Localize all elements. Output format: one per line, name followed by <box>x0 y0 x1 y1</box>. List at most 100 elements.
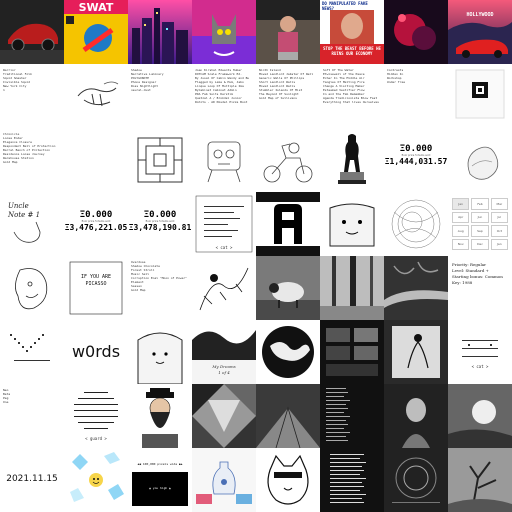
tile-shadow-photo[interactable] <box>448 384 512 448</box>
tile-ascii-art[interactable] <box>0 320 64 384</box>
tile-date-card[interactable]: 2021.11.15 <box>0 448 64 512</box>
hollywood-caption: HOLLYWOOD <box>466 12 494 18</box>
tile-robot-sketch[interactable] <box>192 128 256 192</box>
tile-text-list-d[interactable]: Ninth Island Moved Landlord Jabstar Of W… <box>256 64 320 128</box>
tile-circular-art[interactable] <box>384 448 448 512</box>
tile-comic-cover[interactable]: SWAT <box>64 0 128 64</box>
cta-bottom: ▲ you high ▲ <box>149 486 171 490</box>
news-banner: STOP THE BEAST BEFORE HE RUINS OUR ECONO… <box>323 46 381 56</box>
tile-text-list-h[interactable]: Chronicle Loose Ender Elegance Closure R… <box>0 128 64 192</box>
tile-face-sketch[interactable] <box>0 256 64 320</box>
tile-ascii-maze[interactable] <box>128 128 192 192</box>
calendar-cell: Mar <box>490 198 508 210</box>
tile-crystal-card[interactable] <box>64 448 128 512</box>
tile-code-card[interactable]: Overdose Shadow Chocolate Forest Stroll … <box>128 256 192 320</box>
text-list-f: Contrasts Hidden In Workshop Under Tree <box>387 68 406 84</box>
nft-gallery-grid: SWAT DO MANIPULATED FAKE NEWS? STOP THE … <box>0 0 512 512</box>
tile-text-stack[interactable] <box>320 448 384 512</box>
tiny-text: Neo Beta Peg One <box>3 388 11 404</box>
text-list-e: Soft Of The Water Etwisewall of the Peac… <box>323 68 379 104</box>
tile-forest-photo[interactable] <box>320 256 384 320</box>
price-a-eth: Ξ0.000 <box>399 144 433 154</box>
tile-column-text[interactable] <box>320 384 384 448</box>
calendar-cell: Jun <box>471 211 489 223</box>
tile-figure-statue[interactable] <box>320 128 384 192</box>
tile-dancer-drawing[interactable] <box>384 320 448 384</box>
tile-cartoon-animal[interactable] <box>256 448 320 512</box>
tile-car-hollywood[interactable]: HOLLYWOOD <box>448 0 512 64</box>
tile-text-list-e[interactable]: Soft Of The Water Etwisewall of the Peac… <box>320 64 384 128</box>
tile-wordmark[interactable]: w0rds <box>64 320 128 384</box>
tile-calendar-grid[interactable]: Jan Feb Mar Apr Jun Jul Aug Sep Oct Nov Dec Jan <box>448 192 512 256</box>
tile-figure-poster[interactable] <box>256 0 320 64</box>
tile-cat-pop[interactable] <box>192 0 256 64</box>
text-list-d: Ninth Island Moved Landlord Jabstar Of W… <box>259 68 314 100</box>
tile-vase-photo[interactable] <box>192 448 256 512</box>
tile-ascii-cat[interactable]: < cat > <box>448 320 512 384</box>
tile-glitch-letter[interactable] <box>256 192 320 256</box>
tile-bearded-man[interactable] <box>128 384 192 448</box>
tile-tree-photo[interactable] <box>448 448 512 512</box>
tile-text-list-c[interactable]: Joan Kirshal Edwards Huber DOTCAM Scale … <box>192 64 256 128</box>
text-list-b: Shadow Narrative Luminary POLYGONOTE Pho… <box>131 68 164 92</box>
tile-car-drawing[interactable] <box>0 0 64 64</box>
tile-fallen-tree[interactable] <box>384 256 448 320</box>
tile-ink-bw[interactable]: My Dreams 1 of 4 <box>192 320 256 384</box>
calendar-cell: Nov <box>452 238 470 250</box>
tile-price-card-c[interactable]: Ξ0.000 floor price 5 items sold Ξ3,478,1… <box>128 192 192 256</box>
tile-globe[interactable] <box>256 320 320 384</box>
tile-screen-grid[interactable] <box>320 320 384 384</box>
tile-sheep-photo[interactable] <box>256 256 320 320</box>
calendar-cell: Apr <box>452 211 470 223</box>
price-card-b: Ξ0.000 floor price 5 items sold Ξ3,476,2… <box>64 210 128 232</box>
price-a-usd: Ξ1,444,031.57 <box>384 157 448 166</box>
price-b-eth: Ξ0.000 <box>79 210 113 220</box>
text-list-c: Joan Kirshal Edwards Huber DOTCAM Scale … <box>195 68 250 104</box>
price-card-c: Ξ0.000 floor price 5 items sold Ξ3,478,1… <box>128 210 192 232</box>
tile-circle-scribble[interactable] <box>384 192 448 256</box>
code-card: Overdose Shadow Chocolate Forest Stroll … <box>131 260 187 292</box>
tile-text-list-a[interactable]: Warrior Traditional Folk Squid Smasher I… <box>0 64 64 128</box>
price-b-usd: Ξ3,476,221.05 <box>64 223 128 232</box>
calendar-cell: Jan <box>452 198 470 210</box>
date-label: 2021.11.15 <box>6 474 58 484</box>
tile-text-list-g[interactable] <box>448 64 512 128</box>
tile-price-card-a[interactable]: Ξ0.000 floor price 5 items sold Ξ1,444,0… <box>384 128 448 192</box>
tile-black-cta[interactable]: ◀◀ 100,000 pixels wide ▶▶ ▲ you high ▲ <box>128 448 192 512</box>
tile-city-neon[interactable] <box>128 0 192 64</box>
tile-ascii-box[interactable]: < guard > <box>64 384 128 448</box>
ink-bw-caption: My Dreams 1 of 4 <box>212 364 236 375</box>
svg-text:SWAT: SWAT <box>79 1 114 14</box>
tile-poem-card[interactable]: IF YOU ARE PICASSO <box>64 256 128 320</box>
calendar-cell: Dec <box>471 238 489 250</box>
tile-red-abstract[interactable] <box>384 0 448 64</box>
tile-ink-drawing[interactable] <box>192 256 256 320</box>
tile-text-list-f[interactable]: Contrasts Hidden In Workshop Under Tree <box>384 64 448 128</box>
tile-scooter-sketch[interactable] <box>256 128 320 192</box>
tile-geo-pattern[interactable] <box>192 384 256 448</box>
tile-sketch-note[interactable]: Uncle Note # 1 <box>0 192 64 256</box>
tile-blank[interactable] <box>64 128 128 192</box>
tile-price-card-b[interactable]: Ξ0.000 floor price 5 items sold Ξ3,476,2… <box>64 192 128 256</box>
tile-text-list-b[interactable]: Shadow Narrative Luminary POLYGONOTE Pho… <box>128 64 192 128</box>
tile-blob-face[interactable] <box>320 192 384 256</box>
tile-typewriter-card[interactable]: Priority: Regular Level: Standard + Star… <box>448 256 512 320</box>
wordmark: w0rds <box>71 342 121 361</box>
tile-sketch-blob[interactable] <box>448 128 512 192</box>
calendar-cell: Feb <box>471 198 489 210</box>
text-list-h: Chronicle Loose Ender Elegance Closure R… <box>3 132 56 164</box>
cta-top: ◀◀ 100,000 pixels wide ▶▶ <box>137 462 183 466</box>
ascii-box-caption: < guard > <box>85 436 107 441</box>
tile-floor-photo[interactable] <box>256 384 320 448</box>
tile-smile-blob[interactable] <box>128 320 192 384</box>
tile-news-face[interactable]: DO MANIPULATED FAKE NEWS? STOP THE BEAST… <box>320 0 384 64</box>
poem-title: IF YOU ARE PICASSO <box>80 274 112 287</box>
tile-hand-sketch[interactable] <box>64 64 128 128</box>
tile-tiny-text[interactable]: Neo Beta Peg One <box>0 384 64 448</box>
news-headline: DO MANIPULATED FAKE NEWS? <box>322 1 368 11</box>
calendar-cell: Jan <box>490 238 508 250</box>
calendar-cell: Oct <box>490 225 508 237</box>
price-c-eth: Ξ0.000 <box>143 210 177 220</box>
tile-ascii-card[interactable]: < cat > <box>192 192 256 256</box>
tile-portrait-bw[interactable] <box>384 384 448 448</box>
